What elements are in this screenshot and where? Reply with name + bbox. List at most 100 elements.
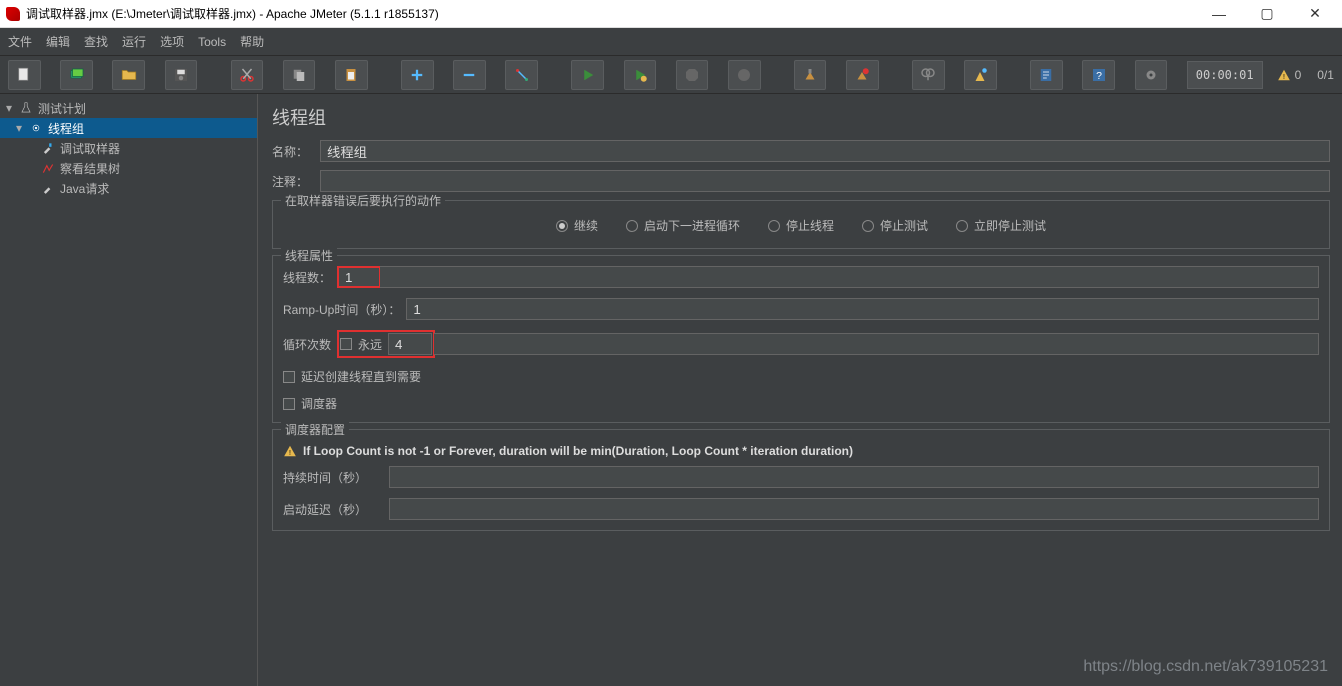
radio-icon bbox=[626, 220, 638, 232]
tree-label: Java请求 bbox=[60, 180, 109, 197]
templates-icon[interactable] bbox=[60, 60, 93, 90]
window-minimize-button[interactable]: — bbox=[1204, 4, 1234, 24]
panel-title: 线程组 bbox=[272, 104, 1330, 130]
menu-file[interactable]: 文件 bbox=[8, 33, 32, 50]
radio-next-loop[interactable]: 启动下一进程循环 bbox=[626, 217, 740, 234]
paste-icon[interactable] bbox=[335, 60, 368, 90]
comment-input[interactable] bbox=[320, 170, 1330, 192]
settings-icon[interactable] bbox=[1135, 60, 1168, 90]
threads-input-ext[interactable] bbox=[380, 266, 1319, 288]
name-input[interactable] bbox=[320, 140, 1330, 162]
tree-node-thread-group[interactable]: ▾ 线程组 bbox=[0, 118, 257, 138]
menu-help[interactable]: 帮助 bbox=[240, 33, 264, 50]
tree-twisty-icon[interactable]: ▾ bbox=[4, 101, 14, 115]
scheduler-warning-text: If Loop Count is not -1 or Forever, dura… bbox=[303, 444, 853, 458]
scheduler-legend: 调度器配置 bbox=[281, 421, 349, 438]
radio-continue[interactable]: 继续 bbox=[556, 217, 598, 234]
scheduler-config-fieldset: 调度器配置 ! If Loop Count is not -1 or Forev… bbox=[272, 429, 1330, 531]
collapse-icon[interactable] bbox=[453, 60, 486, 90]
startup-delay-label: 启动延迟（秒） bbox=[283, 501, 383, 518]
window-maximize-button[interactable]: ▢ bbox=[1252, 4, 1282, 24]
radio-icon bbox=[956, 220, 968, 232]
thread-properties-fieldset: 线程属性 线程数： Ramp-Up时间（秒）： 循环次数 永远 bbox=[272, 255, 1330, 423]
threads-input[interactable] bbox=[337, 266, 381, 288]
warning-count-value: 0 bbox=[1295, 68, 1302, 82]
window-close-button[interactable]: ✕ bbox=[1300, 4, 1330, 24]
menu-edit[interactable]: 编辑 bbox=[46, 33, 70, 50]
gear-icon bbox=[28, 120, 44, 136]
reset-search-icon[interactable] bbox=[964, 60, 997, 90]
test-plan-tree[interactable]: ▾ 测试计划 ▾ 线程组 调试取样器 察看结果树 Java请求 bbox=[0, 94, 258, 686]
name-label: 名称： bbox=[272, 143, 320, 160]
loop-count-input[interactable] bbox=[388, 333, 432, 355]
tree-label: 测试计划 bbox=[38, 100, 86, 117]
flask-icon bbox=[18, 100, 34, 116]
on-error-legend: 在取样器错误后要执行的动作 bbox=[281, 192, 445, 209]
tree-label: 察看结果树 bbox=[60, 160, 120, 177]
tree-twisty-icon[interactable]: ▾ bbox=[14, 121, 24, 135]
radio-icon bbox=[862, 220, 874, 232]
dropper-icon bbox=[40, 180, 56, 196]
thread-group-panel: 线程组 名称： 注释： 在取样器错误后要执行的动作 继续 启动下一进程循环 停止… bbox=[258, 94, 1342, 686]
delay-create-label: 延迟创建线程直到需要 bbox=[301, 368, 421, 385]
radio-stop-now[interactable]: 立即停止测试 bbox=[956, 217, 1046, 234]
delay-create-checkbox[interactable] bbox=[283, 371, 295, 383]
results-tree-icon bbox=[40, 160, 56, 176]
scheduler-label: 调度器 bbox=[301, 395, 337, 412]
svg-text:!: ! bbox=[289, 450, 291, 457]
start-icon[interactable] bbox=[571, 60, 604, 90]
tree-node-test-plan[interactable]: ▾ 测试计划 bbox=[0, 98, 257, 118]
window-title: 调试取样器.jmx (E:\Jmeter\调试取样器.jmx) - Apache… bbox=[26, 5, 1204, 22]
clear-icon[interactable] bbox=[794, 60, 827, 90]
help-icon[interactable]: ? bbox=[1082, 60, 1115, 90]
radio-icon bbox=[556, 220, 568, 232]
copy-icon[interactable] bbox=[283, 60, 316, 90]
menu-tools[interactable]: Tools bbox=[198, 35, 226, 49]
thread-props-legend: 线程属性 bbox=[281, 247, 337, 264]
search-icon[interactable] bbox=[912, 60, 945, 90]
new-file-icon[interactable] bbox=[8, 60, 41, 90]
toolbar: ? 00:00:01 ! 0 0/1 bbox=[0, 56, 1342, 94]
tree-node-java-request[interactable]: Java请求 bbox=[0, 178, 257, 198]
rampup-label: Ramp-Up时间（秒）： bbox=[283, 301, 400, 318]
forever-checkbox[interactable] bbox=[340, 338, 352, 350]
loop-count-input-ext[interactable] bbox=[434, 333, 1319, 355]
tree-node-debug-sampler[interactable]: 调试取样器 bbox=[0, 138, 257, 158]
threads-label: 线程数： bbox=[283, 269, 331, 286]
function-helper-icon[interactable] bbox=[1030, 60, 1063, 90]
tree-node-view-results-tree[interactable]: 察看结果树 bbox=[0, 158, 257, 178]
stop-icon[interactable] bbox=[676, 60, 709, 90]
duration-label: 持续时间（秒） bbox=[283, 469, 383, 486]
toggle-icon[interactable] bbox=[505, 60, 538, 90]
window-titlebar: 调试取样器.jmx (E:\Jmeter\调试取样器.jmx) - Apache… bbox=[0, 0, 1342, 28]
svg-text:?: ? bbox=[1096, 69, 1102, 81]
radio-stop-thread[interactable]: 停止线程 bbox=[768, 217, 834, 234]
rampup-input[interactable] bbox=[406, 298, 1319, 320]
shutdown-icon[interactable] bbox=[728, 60, 761, 90]
forever-label: 永远 bbox=[358, 336, 382, 353]
menu-search[interactable]: 查找 bbox=[84, 33, 108, 50]
clear-all-icon[interactable] bbox=[846, 60, 879, 90]
expand-icon[interactable] bbox=[401, 60, 434, 90]
app-icon bbox=[6, 7, 20, 21]
on-sampler-error-fieldset: 在取样器错误后要执行的动作 继续 启动下一进程循环 停止线程 停止测试 立即停止… bbox=[272, 200, 1330, 249]
elapsed-timer: 00:00:01 bbox=[1187, 61, 1263, 89]
menu-run[interactable]: 运行 bbox=[122, 33, 146, 50]
scheduler-checkbox[interactable] bbox=[283, 398, 295, 410]
warning-triangle-icon: ! bbox=[1277, 68, 1291, 82]
duration-input[interactable] bbox=[389, 466, 1319, 488]
loops-label: 循环次数 bbox=[283, 336, 331, 353]
dropper-icon bbox=[40, 140, 56, 156]
open-folder-icon[interactable] bbox=[112, 60, 145, 90]
save-icon[interactable] bbox=[165, 60, 198, 90]
startup-delay-input[interactable] bbox=[389, 498, 1319, 520]
start-no-pause-icon[interactable] bbox=[624, 60, 657, 90]
comment-label: 注释： bbox=[272, 173, 320, 190]
menu-options[interactable]: 选项 bbox=[160, 33, 184, 50]
radio-icon bbox=[768, 220, 780, 232]
warning-triangle-icon: ! bbox=[283, 444, 297, 458]
active-thread-count: 0/1 bbox=[1317, 68, 1334, 82]
warning-count[interactable]: ! 0 bbox=[1277, 68, 1302, 82]
radio-stop-test[interactable]: 停止测试 bbox=[862, 217, 928, 234]
cut-icon[interactable] bbox=[231, 60, 264, 90]
